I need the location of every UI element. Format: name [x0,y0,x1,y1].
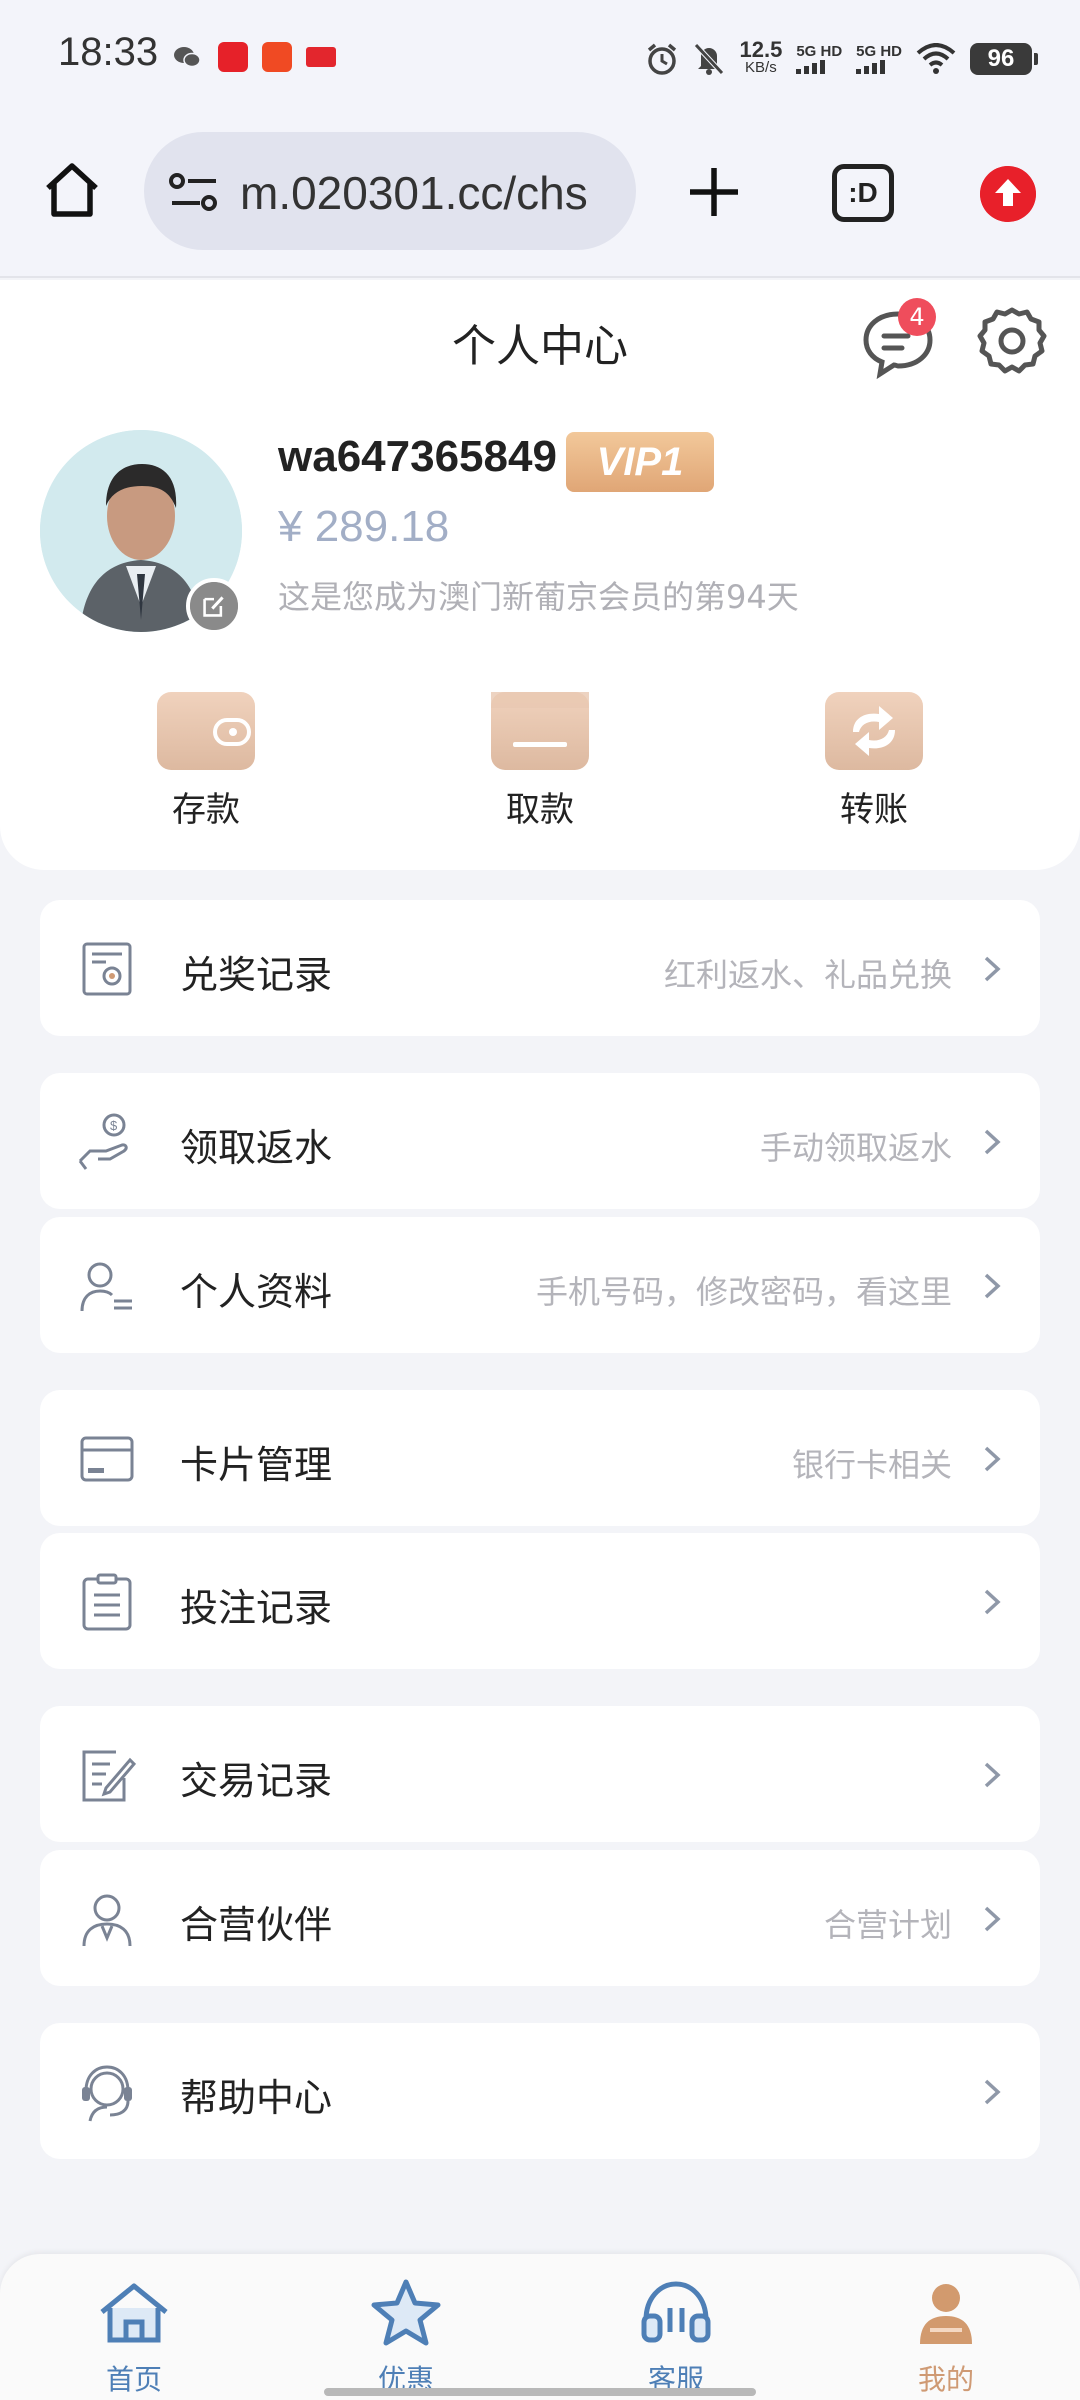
transfer-button[interactable]: 转账 [804,692,944,831]
headset-agent-icon [82,2065,132,2122]
message-count-badge: 4 [898,298,936,336]
user-nav-icon [920,2284,972,2344]
menu-item-prize-records[interactable]: 兑奖记录 红利返水、礼品兑换 [40,900,1040,1036]
bottom-navigation: 首页 优惠 客服 我的 [0,2254,1080,2400]
status-time: 18:33 [58,30,159,74]
chevron-right-icon [984,1129,1001,1155]
member-days-text: 这是您成为澳门新葡京会员的第94天 [278,578,799,616]
menu-item-transaction-records[interactable]: 交易记录 [40,1706,1040,1842]
plus-icon[interactable] [680,158,748,226]
certificate-icon [82,942,132,996]
browser-toolbar: m.020301.cc/chs :D [0,118,1080,278]
menu-item-personal-info[interactable]: 个人资料 手机号码，修改密码，看这里 [40,1217,1040,1353]
url-text[interactable]: m.020301.cc/chs [240,166,620,220]
username: wa647365849 [278,432,557,481]
deposit-button[interactable]: 存款 [136,692,276,831]
wifi-icon [916,43,956,74]
menu-item-partners[interactable]: 合营伙伴 合营计划 [40,1850,1040,1986]
chevron-right-icon [984,1273,1001,1299]
alarm-icon [648,43,677,75]
menu-item-card-management[interactable]: 卡片管理 银行卡相关 [40,1390,1040,1526]
vip-badge: VIP1 [566,432,714,492]
signal-bars-icon [796,60,842,74]
star-nav-icon [371,2279,441,2346]
battery-indicator: 96 [970,43,1038,75]
chevron-right-icon [984,956,1001,982]
hand-coin-icon: $ [78,1113,128,1170]
wallet-icon [157,692,255,770]
nav-customer-service[interactable]: 客服 [606,2278,746,2398]
mute-icon [694,43,725,75]
account-balance: ¥ 289.18 [278,502,450,551]
nav-home[interactable]: 首页 [64,2278,204,2398]
chevron-right-icon [984,1446,1001,1472]
edit-avatar-icon[interactable] [186,578,242,634]
menu-item-bet-records[interactable]: 投注记录 [40,1533,1040,1669]
home-indicator[interactable] [324,2388,756,2396]
tabs-icon[interactable]: :D [832,164,894,222]
status-right: 12.5 KB/s 5G HD 5G HD 96 [645,34,1038,84]
net-speed: 12.5 KB/s [739,37,783,77]
home-nav-icon [100,2283,168,2343]
nav-mine[interactable]: 我的 [876,2278,1016,2398]
user-profile-icon [80,1262,132,1312]
chevron-right-icon [984,1762,1001,1788]
edit-document-icon [82,1750,137,1802]
headphones-nav-icon [641,2281,711,2343]
card-icon [491,692,589,770]
nav-promotions[interactable]: 优惠 [336,2278,476,2398]
signal-1: 5G HD [796,44,842,74]
signal-2: 5G HD [856,44,902,74]
wechat-icon [174,47,201,68]
clipboard-icon [82,1573,132,1631]
withdraw-button[interactable]: 取款 [470,692,610,831]
chevron-right-icon [984,2079,1001,2105]
upload-icon[interactable] [980,166,1036,222]
svg-text:$: $ [110,1118,118,1133]
partner-icon [82,1894,132,1947]
toutiao-icon [306,47,336,67]
profile-header: 个人中心 4 wa647365849 VIP1 ¥ 289.18 这是您成为澳门… [0,280,1080,870]
bank-card-icon [80,1436,134,1482]
home-icon[interactable] [40,158,104,222]
tune-icon[interactable] [168,172,220,212]
app-icon-red [218,42,248,72]
menu-item-help-center[interactable]: 帮助中心 [40,2023,1040,2159]
address-bar[interactable]: m.020301.cc/chs [144,132,636,250]
chevron-right-icon [984,1906,1001,1932]
signal-bars-icon [856,60,902,74]
chevron-right-icon [984,1589,1001,1615]
menu-item-claim-rebate[interactable]: $ 领取返水 手动领取返水 [40,1073,1040,1209]
app-icon-orange [262,42,292,72]
transfer-icon [825,692,923,770]
gear-icon[interactable] [974,304,1050,380]
status-bar: 18:33 12.5 KB/s 5G HD 5G HD 96 [0,0,1080,118]
